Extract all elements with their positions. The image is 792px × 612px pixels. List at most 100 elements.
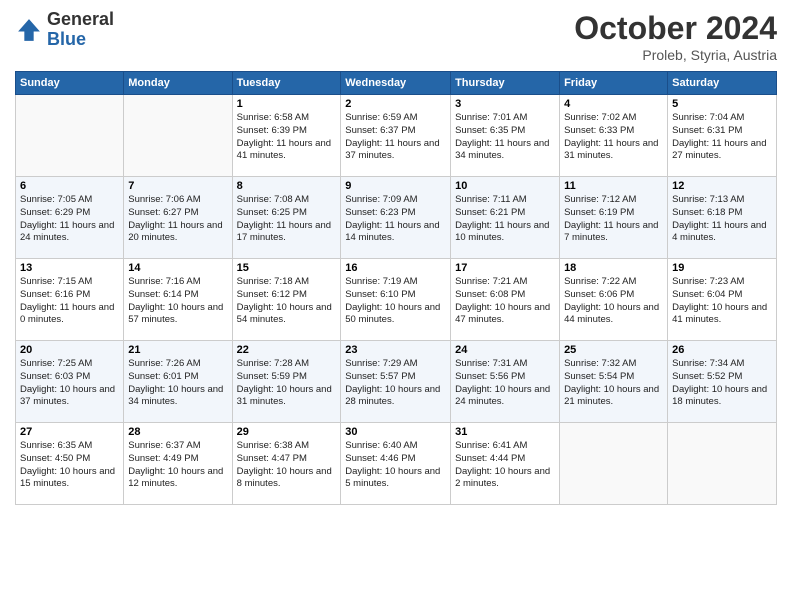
day-number: 2: [345, 98, 446, 110]
day-info: Sunrise: 7:23 AMSunset: 6:04 PMDaylight:…: [672, 276, 772, 327]
calendar-cell: 10 Sunrise: 7:11 AMSunset: 6:21 PMDayligh…: [451, 177, 560, 259]
calendar-cell: 6 Sunrise: 7:05 AMSunset: 6:29 PMDaylight…: [16, 177, 124, 259]
calendar-cell: 19 Sunrise: 7:23 AMSunset: 6:04 PMDayligh…: [668, 259, 777, 341]
day-info: Sunrise: 7:16 AMSunset: 6:14 PMDaylight:…: [128, 276, 227, 327]
calendar-cell: 2 Sunrise: 6:59 AMSunset: 6:37 PMDaylight…: [341, 95, 451, 177]
day-number: 9: [345, 180, 446, 192]
calendar-cell: 3 Sunrise: 7:01 AMSunset: 6:35 PMDaylight…: [451, 95, 560, 177]
calendar-cell: 13 Sunrise: 7:15 AMSunset: 6:16 PMDayligh…: [16, 259, 124, 341]
calendar-cell: [124, 95, 232, 177]
day-info: Sunrise: 6:41 AMSunset: 4:44 PMDaylight:…: [455, 440, 555, 491]
day-number: 27: [20, 426, 119, 438]
day-info: Sunrise: 7:21 AMSunset: 6:08 PMDaylight:…: [455, 276, 555, 327]
logo-general: General: [47, 9, 114, 29]
day-info: Sunrise: 6:37 AMSunset: 4:49 PMDaylight:…: [128, 440, 227, 491]
day-header-saturday: Saturday: [668, 72, 777, 95]
calendar-cell: 30Sunrise: 6:40 AMSunset: 4:46 PMDayligh…: [341, 423, 451, 505]
day-info: Sunrise: 7:29 AMSunset: 5:57 PMDaylight:…: [345, 358, 446, 409]
day-number: 11: [564, 180, 663, 192]
day-number: 8: [237, 180, 337, 192]
day-number: 21: [128, 344, 227, 356]
day-number: 26: [672, 344, 772, 356]
day-number: 5: [672, 98, 772, 110]
calendar-cell: 27 Sunrise: 6:35 AMSunset: 4:50 PMDayligh…: [16, 423, 124, 505]
day-number: 30: [345, 426, 446, 438]
calendar-cell: 12 Sunrise: 7:13 AMSunset: 6:18 PMDayligh…: [668, 177, 777, 259]
day-info: Sunrise: 7:19 AMSunset: 6:10 PMDaylight:…: [345, 276, 446, 327]
day-info: Sunrise: 7:01 AMSunset: 6:35 PMDaylight:…: [455, 112, 555, 163]
day-number: 19: [672, 262, 772, 274]
title-block: October 2024 Proleb, Styria, Austria: [574, 10, 777, 63]
day-info: Sunrise: 7:25 AMSunset: 6:03 PMDaylight:…: [20, 358, 119, 409]
day-info: Sunrise: 7:09 AMSunset: 6:23 PMDaylight:…: [345, 194, 446, 245]
day-info: Sunrise: 7:02 AMSunset: 6:33 PMDaylight:…: [564, 112, 663, 163]
day-number: 7: [128, 180, 227, 192]
page: General Blue October 2024 Proleb, Styria…: [0, 0, 792, 515]
day-info: Sunrise: 6:38 AMSunset: 4:47 PMDaylight:…: [237, 440, 337, 491]
day-header-thursday: Thursday: [451, 72, 560, 95]
day-info: Sunrise: 7:28 AMSunset: 5:59 PMDaylight:…: [237, 358, 337, 409]
calendar-cell: [668, 423, 777, 505]
calendar-cell: 18 Sunrise: 7:22 AMSunset: 6:06 PMDayligh…: [560, 259, 668, 341]
calendar-cell: 16 Sunrise: 7:19 AMSunset: 6:10 PMDayligh…: [341, 259, 451, 341]
logo-blue: Blue: [47, 29, 86, 49]
header: General Blue October 2024 Proleb, Styria…: [15, 10, 777, 63]
day-number: 24: [455, 344, 555, 356]
day-number: 15: [237, 262, 337, 274]
calendar-cell: 26 Sunrise: 7:34 AMSunset: 5:52 PMDayligh…: [668, 341, 777, 423]
calendar-cell: 28Sunrise: 6:37 AMSunset: 4:49 PMDayligh…: [124, 423, 232, 505]
day-number: 31: [455, 426, 555, 438]
day-header-wednesday: Wednesday: [341, 72, 451, 95]
calendar-cell: 1 Sunrise: 6:58 AMSunset: 6:39 PMDaylight…: [232, 95, 341, 177]
calendar-cell: 8 Sunrise: 7:08 AMSunset: 6:25 PMDaylight…: [232, 177, 341, 259]
calendar-cell: 4 Sunrise: 7:02 AMSunset: 6:33 PMDaylight…: [560, 95, 668, 177]
day-info: Sunrise: 7:05 AMSunset: 6:29 PMDaylight:…: [20, 194, 119, 245]
day-number: 12: [672, 180, 772, 192]
day-number: 3: [455, 98, 555, 110]
day-info: Sunrise: 7:04 AMSunset: 6:31 PMDaylight:…: [672, 112, 772, 163]
calendar: SundayMondayTuesdayWednesdayThursdayFrid…: [15, 71, 777, 505]
day-info: Sunrise: 7:31 AMSunset: 5:56 PMDaylight:…: [455, 358, 555, 409]
calendar-cell: 29Sunrise: 6:38 AMSunset: 4:47 PMDayligh…: [232, 423, 341, 505]
day-number: 13: [20, 262, 119, 274]
calendar-cell: 25Sunrise: 7:32 AMSunset: 5:54 PMDayligh…: [560, 341, 668, 423]
day-number: 10: [455, 180, 555, 192]
location: Proleb, Styria, Austria: [574, 47, 777, 63]
day-info: Sunrise: 7:22 AMSunset: 6:06 PMDaylight:…: [564, 276, 663, 327]
day-number: 20: [20, 344, 119, 356]
day-number: 1: [237, 98, 337, 110]
day-info: Sunrise: 7:15 AMSunset: 6:16 PMDaylight:…: [20, 276, 119, 327]
day-info: Sunrise: 7:26 AMSunset: 6:01 PMDaylight:…: [128, 358, 227, 409]
day-info: Sunrise: 7:18 AMSunset: 6:12 PMDaylight:…: [237, 276, 337, 327]
calendar-cell: 7Sunrise: 7:06 AMSunset: 6:27 PMDaylight…: [124, 177, 232, 259]
logo: General Blue: [15, 10, 114, 50]
day-header-sunday: Sunday: [16, 72, 124, 95]
calendar-cell: [16, 95, 124, 177]
calendar-cell: 24 Sunrise: 7:31 AMSunset: 5:56 PMDayligh…: [451, 341, 560, 423]
calendar-cell: 11Sunrise: 7:12 AMSunset: 6:19 PMDayligh…: [560, 177, 668, 259]
day-number: 4: [564, 98, 663, 110]
day-info: Sunrise: 7:13 AMSunset: 6:18 PMDaylight:…: [672, 194, 772, 245]
day-info: Sunrise: 7:34 AMSunset: 5:52 PMDaylight:…: [672, 358, 772, 409]
calendar-cell: 23 Sunrise: 7:29 AMSunset: 5:57 PMDayligh…: [341, 341, 451, 423]
day-number: 14: [128, 262, 227, 274]
day-info: Sunrise: 6:59 AMSunset: 6:37 PMDaylight:…: [345, 112, 446, 163]
logo-text: General Blue: [47, 10, 114, 50]
day-number: 6: [20, 180, 119, 192]
day-info: Sunrise: 6:58 AMSunset: 6:39 PMDaylight:…: [237, 112, 337, 163]
day-info: Sunrise: 6:35 AMSunset: 4:50 PMDaylight:…: [20, 440, 119, 491]
day-header-monday: Monday: [124, 72, 232, 95]
calendar-cell: 21 Sunrise: 7:26 AMSunset: 6:01 PMDayligh…: [124, 341, 232, 423]
day-number: 17: [455, 262, 555, 274]
day-info: Sunrise: 7:08 AMSunset: 6:25 PMDaylight:…: [237, 194, 337, 245]
day-info: Sunrise: 7:11 AMSunset: 6:21 PMDaylight:…: [455, 194, 555, 245]
calendar-cell: 9 Sunrise: 7:09 AMSunset: 6:23 PMDaylight…: [341, 177, 451, 259]
day-number: 18: [564, 262, 663, 274]
generalblue-logo-icon: [15, 16, 43, 44]
day-header-friday: Friday: [560, 72, 668, 95]
calendar-cell: [560, 423, 668, 505]
day-number: 16: [345, 262, 446, 274]
day-number: 23: [345, 344, 446, 356]
calendar-cell: 5 Sunrise: 7:04 AMSunset: 6:31 PMDaylight…: [668, 95, 777, 177]
month-title: October 2024: [574, 10, 777, 47]
